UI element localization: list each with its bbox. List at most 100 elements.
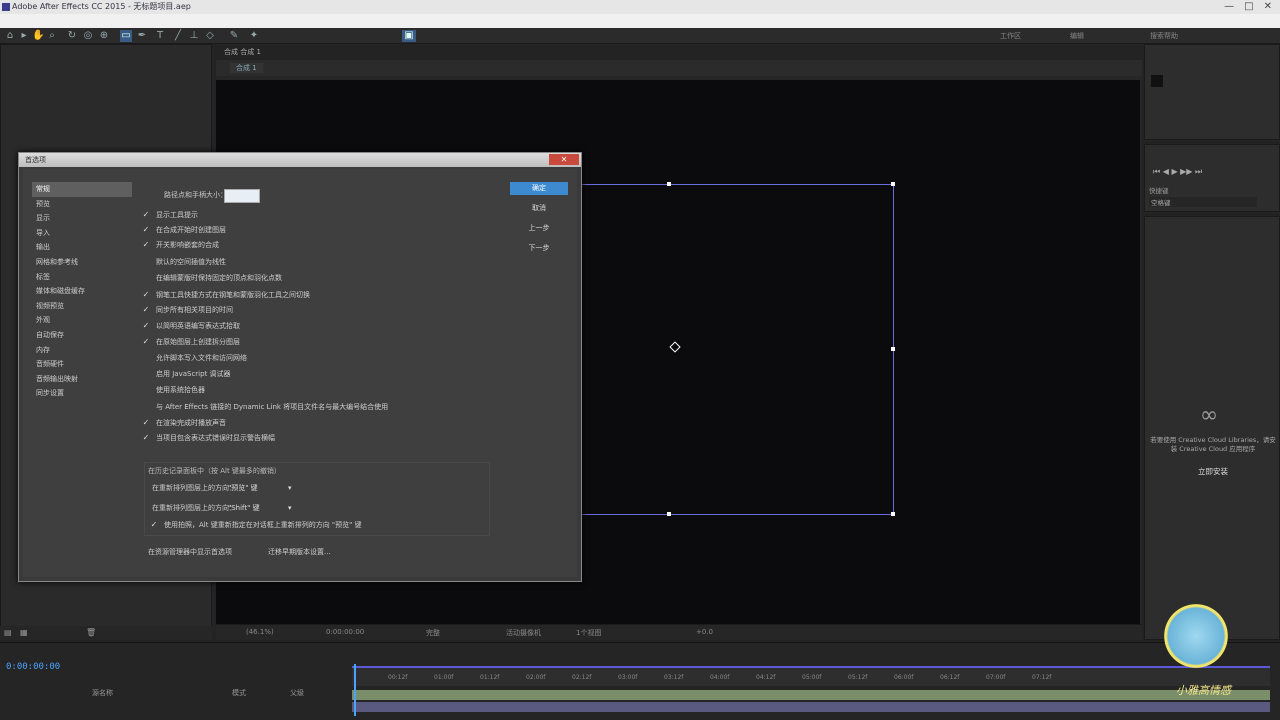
category-item[interactable]: 常规 [32, 182, 132, 197]
option-row[interactable]: 在编辑蒙版时保持固定的顶点和羽化点数 [142, 272, 282, 284]
roto-icon[interactable]: ✎ [228, 30, 240, 42]
views-dropdown[interactable]: 1个视图 [576, 628, 601, 638]
trash-icon[interactable]: 🗑 [86, 628, 96, 637]
category-item[interactable]: 输出 [32, 240, 132, 255]
checkbox[interactable] [142, 368, 150, 376]
category-item[interactable]: 标签 [32, 270, 132, 285]
category-item[interactable]: 音频输出映射 [32, 372, 132, 387]
option-row[interactable]: ✓ 钢笔工具快捷方式在钢笔和蒙版羽化工具之间切换 [142, 289, 310, 301]
new-folder-icon[interactable]: ▤ [4, 628, 12, 637]
camera-icon[interactable]: ◎ [82, 30, 94, 42]
category-item[interactable]: 自动保存 [32, 328, 132, 343]
migrate-settings-button[interactable]: 迁移早期版本设置... [264, 546, 335, 559]
checkbox[interactable] [142, 256, 150, 264]
shape-toggle-icon[interactable]: ▣ [402, 30, 416, 42]
checkbox[interactable] [142, 352, 150, 360]
chevron-down-icon[interactable]: ▾ [288, 502, 292, 514]
zoom-icon[interactable]: ⌕ [46, 30, 58, 42]
checkbox[interactable]: ✓ [142, 322, 150, 330]
playhead[interactable] [354, 664, 356, 716]
option-row[interactable]: 与 After Effects 链接的 Dynamic Link 将项目文件名与… [142, 401, 388, 413]
comp-subtab[interactable]: 合成 1 [230, 63, 263, 73]
minimize-button[interactable]: — [1224, 0, 1234, 14]
home-icon[interactable]: ⌂ [4, 30, 16, 42]
timeline-timecode[interactable]: 0:00:00:00 [6, 662, 60, 672]
camera-dropdown[interactable]: 活动摄像机 [506, 628, 541, 638]
preview-controls[interactable]: ⏮ ◀ ▶ ▶▶ ⏭ [1153, 167, 1202, 177]
option-row[interactable]: ✓ 以简明英语编写表达式拾取 [142, 320, 240, 332]
checkbox[interactable]: ✓ [142, 291, 150, 299]
category-item[interactable]: 预览 [32, 197, 132, 212]
option-row[interactable]: ✓ 当项目包含表达式错误时显示警告横幅 [142, 432, 275, 444]
text-icon[interactable]: T [154, 30, 166, 42]
time-ruler[interactable]: 00:12f 01:00f 01:12f 02:00f 02:12f 03:00… [352, 666, 1270, 686]
new-comp-icon[interactable]: ▦ [20, 628, 28, 637]
category-item[interactable]: 导入 [32, 226, 132, 241]
reveal-prefs-button[interactable]: 在资源管理器中显示首选项 [144, 546, 236, 559]
exposure-value[interactable]: +0.0 [696, 628, 713, 636]
work-area-bar[interactable] [352, 702, 1270, 712]
checkbox[interactable] [142, 272, 150, 280]
path-points-input[interactable] [224, 189, 260, 203]
category-item[interactable]: 同步设置 [32, 386, 132, 401]
rect-icon[interactable]: ▭ [120, 30, 132, 42]
checkbox[interactable]: ✓ [142, 306, 150, 314]
previous-button[interactable]: 上一步 [510, 222, 568, 235]
checkbox[interactable]: ✓ [142, 211, 150, 219]
shortcut-select[interactable]: 空格键 [1149, 197, 1257, 207]
category-item[interactable]: 显示 [32, 211, 132, 226]
checkbox[interactable]: ✓ [142, 419, 150, 427]
undo-row2-select[interactable]: "Shift" 键 [228, 502, 260, 514]
category-item[interactable]: 内存 [32, 343, 132, 358]
checkbox[interactable] [142, 401, 150, 409]
install-now-link[interactable]: 立即安装 [1150, 466, 1276, 477]
chevron-down-icon[interactable]: ▾ [288, 482, 292, 494]
checkbox[interactable]: ✓ [142, 226, 150, 234]
hand-icon[interactable]: ✋ [32, 30, 44, 42]
zoom-dropdown[interactable]: (46.1%) [246, 628, 274, 636]
rotate-icon[interactable]: ↻ [66, 30, 78, 42]
bbox-handle-right[interactable] [891, 347, 895, 351]
ok-button[interactable]: 确定 [510, 182, 568, 195]
option-row[interactable]: 允许脚本写入文件和访问网络 [142, 352, 247, 364]
dialog-close-button[interactable]: ✕ [549, 154, 579, 165]
undo-row1-select[interactable]: "预览" 键 [228, 482, 258, 494]
checkbox[interactable]: ✓ [142, 434, 150, 442]
bbox-handle-top[interactable] [667, 182, 671, 186]
option-row[interactable]: ✓ 在合成开始时创建图层 [142, 224, 226, 236]
pan-icon[interactable]: ⊕ [98, 30, 110, 42]
category-item[interactable]: 媒体和磁盘缓存 [32, 284, 132, 299]
option-row[interactable]: ✓ 开关影响嵌套的合成 [142, 239, 219, 251]
checkbox[interactable]: ✓ [142, 241, 150, 249]
puppet-icon[interactable]: ✦ [248, 30, 260, 42]
workspace-label[interactable]: 工作区 [1000, 31, 1021, 41]
option-row[interactable]: ✓ 在原始图层上创建拆分图层 [142, 336, 240, 348]
next-button[interactable]: 下一步 [510, 242, 568, 255]
maximize-button[interactable]: □ [1244, 0, 1253, 14]
option-row[interactable]: 默认的空间插值为线性 [142, 256, 226, 268]
pen-icon[interactable]: ✒ [136, 30, 148, 42]
comp-tab[interactable]: 合成 合成 1 [224, 47, 261, 57]
checkbox[interactable] [142, 384, 150, 392]
search-help-field[interactable]: 搜索帮助 [1150, 31, 1178, 41]
cancel-button[interactable]: 取消 [510, 202, 568, 215]
clone-icon[interactable]: ⊥ [188, 30, 200, 42]
undo-option-row[interactable]: ✓ 使用拍照，Alt 键重新指定在对话框上重新排列的方向 "预览" 键 [150, 519, 362, 531]
fill-swatch[interactable] [340, 30, 366, 42]
bbox-handle-bottom[interactable] [667, 512, 671, 516]
option-row[interactable]: ✓ 同步所有相关项目的时间 [142, 304, 233, 316]
brush-icon[interactable]: ╱ [172, 30, 184, 42]
option-row[interactable]: 启用 JavaScript 调试器 [142, 368, 231, 380]
category-item[interactable]: 视频预览 [32, 299, 132, 314]
selection-icon[interactable]: ▸ [18, 30, 30, 42]
resolution-dropdown[interactable]: 完整 [426, 628, 440, 638]
layer-duration-bar[interactable] [352, 690, 1270, 700]
category-item[interactable]: 音频硬件 [32, 357, 132, 372]
bbox-handle-bottom-right[interactable] [891, 512, 895, 516]
checkbox[interactable]: ✓ [142, 338, 150, 346]
close-button[interactable]: ✕ [1264, 0, 1272, 14]
option-row[interactable]: ✓ 显示工具提示 [142, 209, 198, 221]
shape-bounding-box[interactable] [574, 184, 894, 515]
checkbox[interactable]: ✓ [150, 521, 158, 529]
timecode-display[interactable]: 0:00:00:00 [326, 628, 364, 636]
